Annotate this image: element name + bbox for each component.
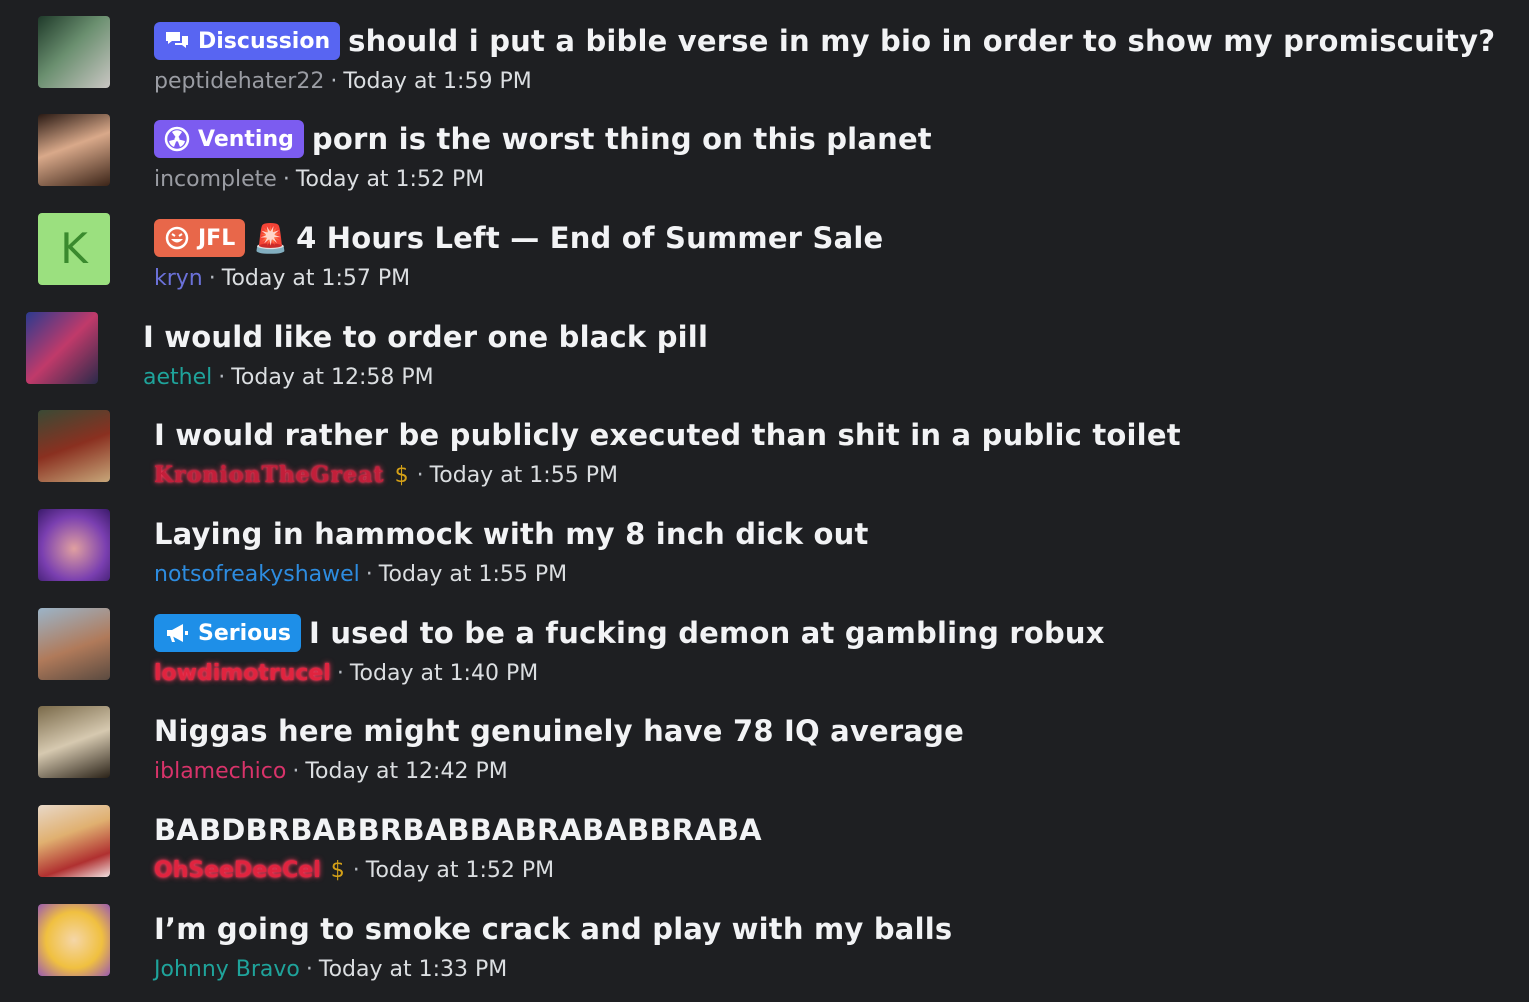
thread-author[interactable]: notsofreakyshawel [154, 562, 360, 587]
megaphone-icon [167, 624, 188, 642]
thread-row[interactable]: Discussion should i put a bible verse in… [0, 0, 1529, 98]
radiation-icon [164, 126, 190, 152]
thread-row[interactable]: Venting porn is the worst thing on this … [0, 98, 1529, 196]
thread-title[interactable]: Niggas here might genuinely have 78 IQ a… [154, 714, 964, 748]
separator-dot: · [208, 265, 216, 291]
separator-dot: · [352, 857, 360, 883]
thread-title[interactable]: porn is the worst thing on this planet [312, 122, 932, 156]
laughing-face-icon [165, 226, 189, 250]
thread-timestamp: Today at 1:52 PM [365, 857, 555, 883]
thread-author[interactable]: kryn [154, 266, 203, 291]
avatar[interactable] [38, 805, 110, 877]
thread-row[interactable]: I’m going to smoke crack and play with m… [0, 888, 1529, 986]
thread-timestamp: Today at 1:40 PM [349, 660, 539, 686]
separator-dot: · [282, 166, 290, 192]
tag-label: JFL [198, 225, 236, 251]
thread-title[interactable]: BABDBRBABBRBABBABRABABBRABA [154, 813, 762, 847]
tag-jfl[interactable]: JFL [154, 219, 246, 257]
thread-row[interactable]: Laying in hammock with my 8 inch dick ou… [0, 493, 1529, 591]
avatar[interactable] [38, 706, 110, 778]
thread-title[interactable]: I used to be a fucking demon at gambling… [309, 616, 1105, 650]
tag-label: Discussion [198, 28, 331, 54]
tag-venting[interactable]: Venting [154, 120, 304, 158]
thread-timestamp: Today at 12:42 PM [305, 758, 508, 784]
thread-timestamp: Today at 12:58 PM [231, 364, 434, 390]
thread-row[interactable]: Serious I used to be a fucking demon at … [0, 592, 1529, 690]
thread-timestamp: Today at 1:55 PM [429, 462, 618, 488]
thread-row[interactable]: I would like to order one black pill aet… [0, 296, 1529, 394]
separator-dot: · [218, 364, 226, 390]
thread-title[interactable]: 4 Hours Left — End of Summer Sale [296, 221, 883, 255]
thread-timestamp: Today at 1:52 PM [295, 166, 485, 192]
thread-author[interactable]: incomplete [154, 167, 277, 192]
thread-row[interactable]: BABDBRBABBRBABBABRABABBRABA OhSeeDeeCel … [0, 789, 1529, 887]
separator-dot: · [336, 660, 344, 686]
thread-row[interactable]: K JFL 🚨 4 Hours Left — End of Summer Sal… [0, 197, 1529, 295]
avatar[interactable] [26, 312, 98, 384]
thread-author[interactable]: KronionTheGreat [154, 462, 385, 488]
dollar-badge-icon: $ [330, 857, 345, 883]
thread-title[interactable]: I would rather be publicly executed than… [154, 418, 1181, 452]
avatar[interactable] [38, 114, 110, 186]
separator-dot: · [305, 956, 313, 982]
thread-title[interactable]: should i put a bible verse in my bio in … [348, 24, 1495, 58]
avatar[interactable] [38, 904, 110, 976]
tag-discussion[interactable]: Discussion [154, 22, 341, 60]
tag-label: Serious [198, 620, 292, 646]
thread-title[interactable]: I would like to order one black pill [143, 320, 708, 354]
tag-label: Venting [198, 126, 294, 152]
thread-author[interactable]: iblamechico [154, 759, 286, 784]
dollar-badge-icon: $ [394, 462, 409, 488]
thread-row[interactable]: Niggas here might genuinely have 78 IQ a… [0, 690, 1529, 788]
separator-dot: · [292, 758, 300, 784]
thread-row[interactable]: I would rather be publicly executed than… [0, 394, 1529, 492]
avatar[interactable] [38, 608, 110, 680]
thread-timestamp: Today at 1:55 PM [378, 561, 568, 587]
thread-timestamp: Today at 1:59 PM [343, 68, 532, 94]
thread-title[interactable]: I’m going to smoke crack and play with m… [154, 912, 952, 946]
chat-bubbles-icon [166, 32, 188, 48]
thread-timestamp: Today at 1:57 PM [221, 265, 411, 291]
siren-emoji: 🚨 [253, 221, 289, 255]
thread-author[interactable]: peptidehater22 [154, 69, 324, 94]
avatar[interactable] [38, 509, 110, 581]
tag-serious[interactable]: Serious [154, 614, 302, 652]
thread-title[interactable]: Laying in hammock with my 8 inch dick ou… [154, 517, 869, 551]
thread-author[interactable]: OhSeeDeeCel [154, 858, 321, 883]
thread-author[interactable]: aethel [143, 365, 212, 390]
separator-dot: · [416, 462, 424, 488]
thread-author[interactable]: Johnny Bravo [154, 957, 300, 982]
thread-timestamp: Today at 1:33 PM [318, 956, 508, 982]
separator-dot: · [330, 68, 338, 94]
avatar[interactable]: K [38, 213, 110, 285]
avatar[interactable] [38, 410, 110, 482]
separator-dot: · [365, 561, 373, 587]
forum-thread-list: Discussion should i put a bible verse in… [0, 0, 1529, 1002]
avatar[interactable] [38, 16, 110, 88]
thread-author[interactable]: lowdimotrucel [154, 661, 331, 686]
